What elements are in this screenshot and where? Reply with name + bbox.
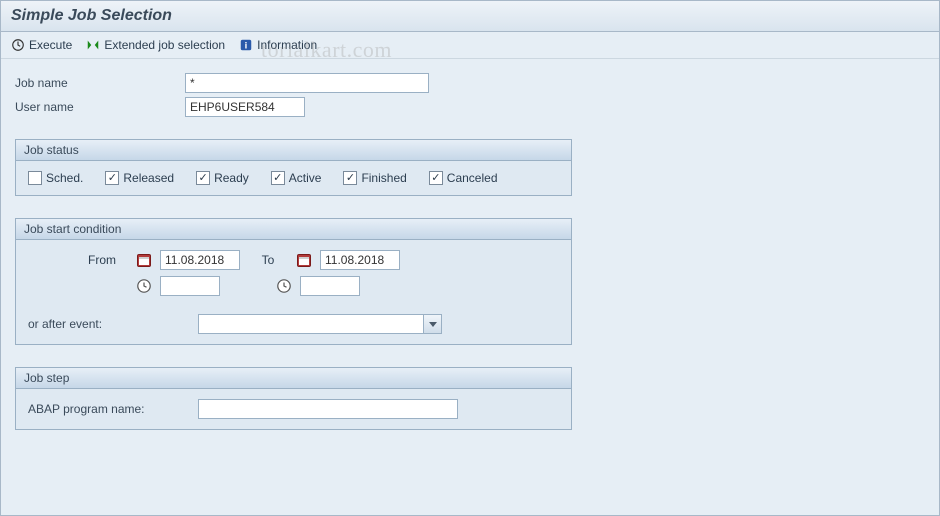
job-step-group: Job step ABAP program name: [15,367,572,430]
information-label: Information [257,38,317,52]
canceled-label: Canceled [447,171,498,185]
information-button[interactable]: i Information [239,38,317,52]
page-title: Simple Job Selection [1,1,939,32]
clock-icon[interactable] [276,278,292,294]
job-name-label: Job name [15,76,185,90]
job-name-input[interactable] [185,73,429,93]
ready-checkbox[interactable] [196,171,210,185]
to-date-input[interactable] [320,250,400,270]
job-start-group: Job start condition From To [15,218,572,345]
to-time-input[interactable] [300,276,360,296]
chevron-down-icon[interactable] [423,315,441,333]
canceled-checkbox[interactable] [429,171,443,185]
job-step-title: Job step [16,368,571,389]
job-start-title: Job start condition [16,219,571,240]
abap-program-label: ABAP program name: [28,402,198,416]
to-label: To [248,253,288,267]
after-event-label: or after event: [28,317,198,331]
svg-text:i: i [245,41,248,52]
after-event-input[interactable] [198,314,442,334]
after-event-combo[interactable] [198,314,442,334]
sched-checkbox[interactable] [28,171,42,185]
from-date-input[interactable] [160,250,240,270]
job-status-title: Job status [16,140,571,161]
info-icon: i [239,38,253,52]
finished-label: Finished [361,171,406,185]
from-label: From [88,253,128,267]
execute-label: Execute [29,38,72,52]
extended-selection-button[interactable]: Extended job selection [86,38,225,52]
sched-label: Sched. [46,171,83,185]
expand-icon [86,38,100,52]
clock-run-icon [11,38,25,52]
extended-label: Extended job selection [104,38,225,52]
user-name-input[interactable] [185,97,305,117]
abap-program-input[interactable] [198,399,458,419]
released-label: Released [123,171,174,185]
calendar-icon[interactable] [136,252,152,268]
active-label: Active [289,171,322,185]
toolbar: Execute Extended job selection i Informa… [1,32,939,59]
finished-checkbox[interactable] [343,171,357,185]
clock-icon[interactable] [136,278,152,294]
user-name-label: User name [15,100,185,114]
execute-button[interactable]: Execute [11,38,72,52]
from-time-input[interactable] [160,276,220,296]
active-checkbox[interactable] [271,171,285,185]
ready-label: Ready [214,171,249,185]
calendar-icon[interactable] [296,252,312,268]
released-checkbox[interactable] [105,171,119,185]
job-status-group: Job status Sched. Released Ready Active [15,139,572,196]
